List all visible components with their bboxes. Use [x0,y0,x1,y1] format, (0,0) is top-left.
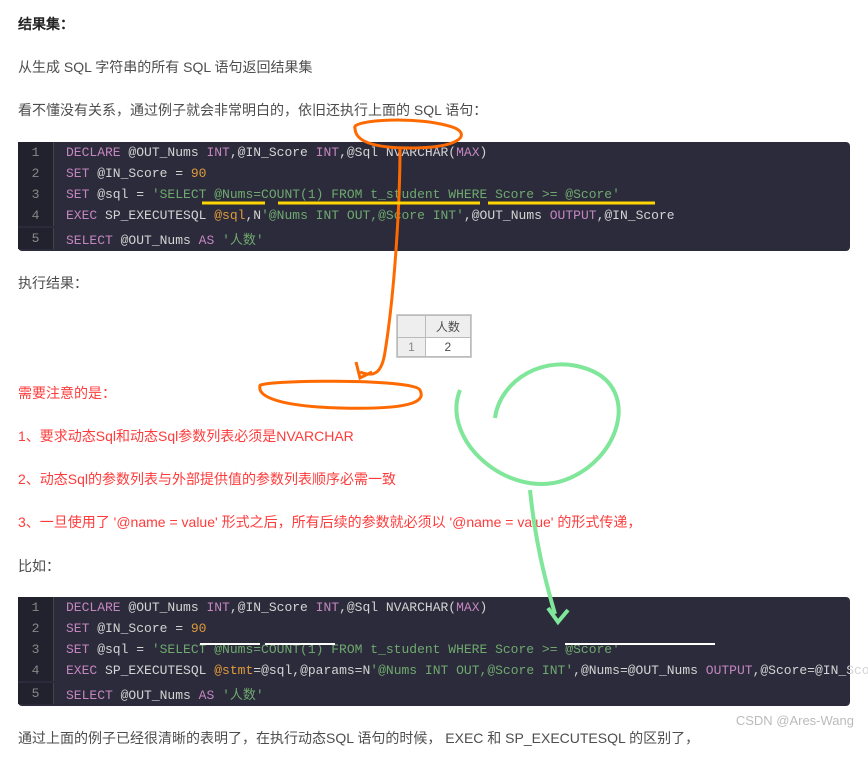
orange-arrowhead [356,362,372,378]
code-block-2: 1DECLARE @OUT_Nums INT,@IN_Score INT,@Sq… [18,597,850,706]
code-line: 3SET @sql = 'SELECT @Nums=COUNT(1) FROM … [18,184,850,205]
line-number: 1 [18,142,54,163]
line-number: 3 [18,184,54,205]
green-arrow-line [530,490,555,614]
line-number: 1 [18,597,54,618]
result-table: 人数 12 [396,314,472,358]
note-2: 2、动态Sql的参数列表与外部提供值的参数列表顺序必需一致 [18,467,850,492]
para-exec-result: 执行结果： [18,271,850,296]
note-1: 1、要求动态Sql和动态Sql参数列表必须是NVARCHAR [18,424,850,449]
para-desc: 从生成 SQL 字符串的所有 SQL 语句返回结果集 [18,55,850,80]
para-example2-intro: 比如： [18,554,850,579]
code-line: 1DECLARE @OUT_Nums INT,@IN_Score INT,@Sq… [18,142,850,163]
line-number: 5 [18,683,54,704]
code-line: 2SET @IN_Score = 90 [18,163,850,184]
line-number: 3 [18,639,54,660]
result-header: 人数 [425,315,470,337]
code-line: 1DECLARE @OUT_Nums INT,@IN_Score INT,@Sq… [18,597,850,618]
code-line: 5SELECT @OUT_Nums AS '人数' [18,226,850,251]
code-line: 4EXEC SP_EXECUTESQL @sql,N'@Nums INT OUT… [18,205,850,226]
line-number: 2 [18,163,54,184]
line-number: 4 [18,205,54,226]
result-idx-header [398,315,426,337]
para-conclusion: 通过上面的例子已经很清晰的表明了，在执行动态SQL 语句的时候， EXEC 和 … [18,726,850,751]
note-3: 3、一旦使用了 '@name = value' 形式之后，所有后续的参数就必须以… [18,510,850,535]
para-example-intro: 看不懂没有关系，通过例子就会非常明白的，依旧还执行上面的 SQL 语句： [18,98,850,123]
result-container: 人数 12 [18,314,850,361]
result-value-cell: 2 [425,337,470,356]
line-number: 4 [18,660,54,681]
line-number: 5 [18,228,54,249]
heading-result: 结果集： [18,12,850,37]
code-line: 3SET @sql = 'SELECT @Nums=COUNT(1) FROM … [18,639,850,660]
code-line: 2SET @IN_Score = 90 [18,618,850,639]
watermark: CSDN @Ares-Wang [736,713,854,728]
code-block-1: 1DECLARE @OUT_Nums INT,@IN_Score INT,@Sq… [18,142,850,251]
code-line: 5SELECT @OUT_Nums AS '人数' [18,681,850,706]
line-number: 2 [18,618,54,639]
code-line: 4EXEC SP_EXECUTESQL @stmt=@sql,@params=N… [18,660,850,681]
result-idx-cell: 1 [398,337,426,356]
notes-heading: 需要注意的是： [18,381,850,406]
